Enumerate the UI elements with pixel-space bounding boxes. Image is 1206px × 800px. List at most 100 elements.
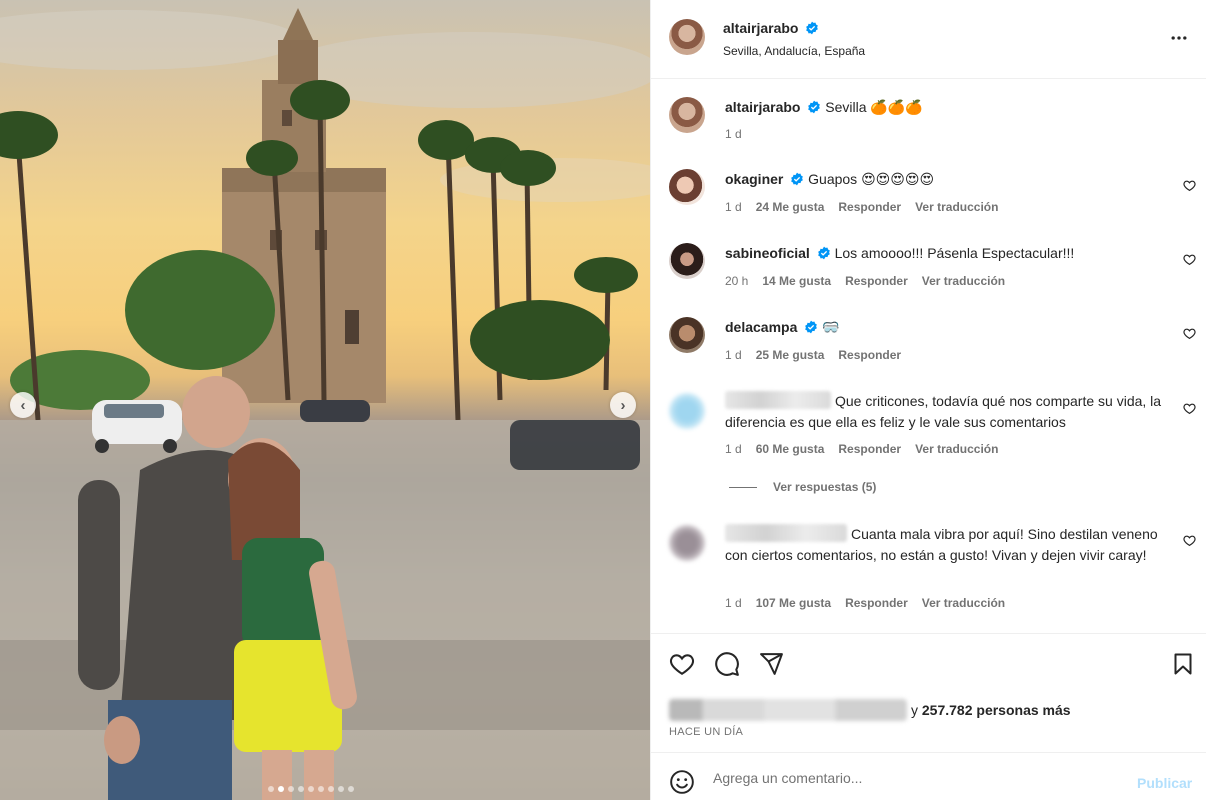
comment-composer: Publicar xyxy=(651,752,1206,800)
heart-icon[interactable] xyxy=(1183,253,1196,266)
translate-button[interactable]: Ver traducción xyxy=(922,274,1005,288)
comment-likes[interactable]: 60 Me gusta xyxy=(756,442,825,456)
comment-body: sabineoficial Los amoooo!!! Pásenla Espe… xyxy=(725,243,1165,264)
comment-item: Cuanta mala vibra por aquí! Sino destila… xyxy=(651,523,1206,623)
likes-prefix: y xyxy=(911,702,922,718)
view-replies-button[interactable]: Ver respuestas (5) xyxy=(729,480,876,494)
comment-likes[interactable]: 25 Me gusta xyxy=(756,348,825,362)
likers-redacted xyxy=(669,699,907,721)
comment-text: 🥽 xyxy=(822,319,840,335)
view-replies-label: Ver respuestas (5) xyxy=(773,480,877,494)
comment-likes[interactable]: 107 Me gusta xyxy=(756,596,831,610)
carousel-dot xyxy=(298,786,304,792)
comment-body: delacampa 🥽 xyxy=(725,317,1165,338)
translate-button[interactable]: Ver traducción xyxy=(915,442,998,456)
comment-meta: 1 d 25 Me gusta Responder xyxy=(725,348,901,362)
avatar[interactable] xyxy=(669,19,705,55)
comment-meta: 1 d 107 Me gusta Responder Ver traducció… xyxy=(725,596,1005,610)
heart-icon[interactable] xyxy=(669,651,695,677)
comment-username-redacted[interactable] xyxy=(725,524,847,542)
comment-time: 1 d xyxy=(725,348,742,362)
carousel-dot xyxy=(268,786,274,792)
comment-item: delacampa 🥽 1 d 25 Me gusta Responder xyxy=(651,317,1206,377)
avatar[interactable] xyxy=(669,169,705,205)
avatar[interactable] xyxy=(669,243,705,279)
heart-icon[interactable] xyxy=(1183,327,1196,340)
comment-text: Guapos 😍😍😍😍😍 xyxy=(808,171,935,187)
caption-username[interactable]: altairjarabo xyxy=(725,99,800,115)
comment-item: Que criticones, todavía qué nos comparte… xyxy=(651,390,1206,490)
post-photo[interactable]: ‹ › xyxy=(0,0,650,800)
comment-likes[interactable]: 24 Me gusta xyxy=(756,200,825,214)
post-timestamp: HACE UN DÍA xyxy=(669,726,744,738)
heart-icon[interactable] xyxy=(1183,179,1196,192)
comment-body: Cuanta mala vibra por aquí! Sino destila… xyxy=(725,524,1165,566)
post-actions: y 257.782 personas más HACE UN DÍA xyxy=(651,633,1206,751)
comment-body: okaginer Guapos 😍😍😍😍😍 xyxy=(725,169,1165,190)
share-icon[interactable] xyxy=(759,651,784,676)
post-comment-button[interactable]: Publicar xyxy=(1137,775,1192,791)
translate-button[interactable]: Ver traducción xyxy=(915,200,998,214)
reply-button[interactable]: Responder xyxy=(838,442,901,456)
caption-text: Sevilla 🍊🍊🍊 xyxy=(825,99,923,115)
reply-button[interactable]: Responder xyxy=(845,274,908,288)
heart-icon[interactable] xyxy=(1183,402,1196,415)
comment-meta: 20 h 14 Me gusta Responder Ver traducció… xyxy=(725,274,1005,288)
reply-button[interactable]: Responder xyxy=(838,200,901,214)
verified-badge-icon xyxy=(808,100,821,114)
chevron-right-icon[interactable]: › xyxy=(610,392,636,418)
chevron-left-icon[interactable]: ‹ xyxy=(10,392,36,418)
carousel-dot xyxy=(288,786,294,792)
comment-username[interactable]: delacampa xyxy=(725,319,797,335)
verified-badge-icon xyxy=(791,172,804,186)
author-username[interactable]: altairjarabo xyxy=(723,20,798,36)
comment-time: 1 d xyxy=(725,200,742,214)
replies-divider xyxy=(729,486,757,488)
comment-time: 1 d xyxy=(725,596,742,610)
more-options-icon[interactable] xyxy=(1169,28,1189,48)
carousel-dot xyxy=(308,786,314,792)
post-side-panel: altairjarabo Sevilla, Andalucía, España … xyxy=(650,0,1206,800)
carousel-dot xyxy=(348,786,354,792)
avatar[interactable] xyxy=(669,393,705,429)
reply-button[interactable]: Responder xyxy=(838,348,901,362)
carousel-dot xyxy=(338,786,344,792)
comment-icon[interactable] xyxy=(714,651,740,677)
carousel-dot xyxy=(278,786,284,792)
heart-icon[interactable] xyxy=(1183,534,1196,547)
author-line: altairjarabo xyxy=(723,20,819,36)
comment-item: okaginer Guapos 😍😍😍😍😍 1 d 24 Me gusta Re… xyxy=(651,169,1206,229)
comment-meta: 1 d 24 Me gusta Responder Ver traducción xyxy=(725,200,998,214)
comment-time: 1 d xyxy=(725,442,742,456)
comment-item: sabineoficial Los amoooo!!! Pásenla Espe… xyxy=(651,243,1206,303)
post-location[interactable]: Sevilla, Andalucía, España xyxy=(723,44,865,58)
post-header: altairjarabo Sevilla, Andalucía, España xyxy=(651,0,1206,79)
translate-button[interactable]: Ver traducción xyxy=(922,596,1005,610)
carousel-dot xyxy=(318,786,324,792)
carousel-dots xyxy=(268,786,354,792)
caption: altairjarabo Sevilla 🍊🍊🍊 1 d xyxy=(651,96,1206,156)
reply-button[interactable]: Responder xyxy=(845,596,908,610)
verified-badge-icon xyxy=(817,246,830,260)
comment-meta: 1 d 60 Me gusta Responder Ver traducción xyxy=(725,442,998,456)
carousel-dot xyxy=(328,786,334,792)
likes-summary[interactable]: y 257.782 personas más xyxy=(669,699,1071,721)
bookmark-icon[interactable] xyxy=(1171,651,1195,677)
comment-username-redacted[interactable] xyxy=(725,391,831,409)
avatar[interactable] xyxy=(669,525,705,561)
comment-username[interactable]: sabineoficial xyxy=(725,245,810,261)
avatar[interactable] xyxy=(669,317,705,353)
photo-scene xyxy=(0,8,650,800)
likes-count[interactable]: 257.782 personas más xyxy=(922,702,1071,718)
caption-time: 1 d xyxy=(725,127,742,141)
comment-input[interactable] xyxy=(713,767,1113,789)
comment-time: 20 h xyxy=(725,274,749,288)
comment-username[interactable]: okaginer xyxy=(725,171,783,187)
comment-body: Que criticones, todavía qué nos comparte… xyxy=(725,391,1165,433)
caption-meta: 1 d xyxy=(725,127,742,141)
verified-badge-icon xyxy=(805,320,818,334)
comment-likes[interactable]: 14 Me gusta xyxy=(762,274,831,288)
verified-badge-icon xyxy=(806,21,819,35)
emoji-icon[interactable] xyxy=(669,769,695,795)
avatar[interactable] xyxy=(669,97,705,133)
